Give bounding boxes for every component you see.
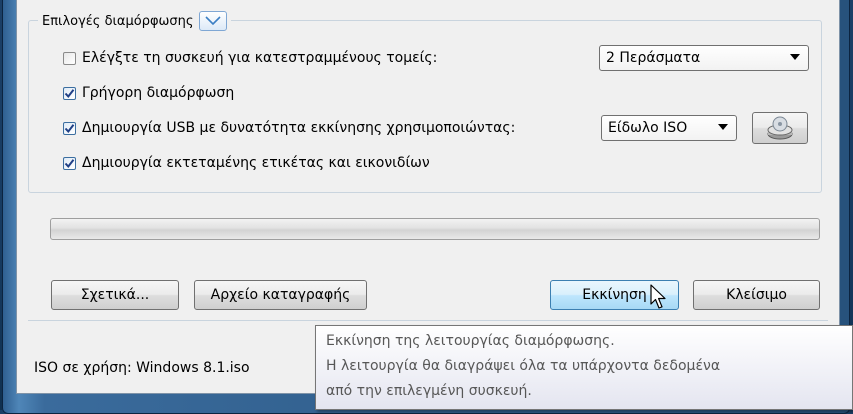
close-button-label: Κλείσιμο <box>726 287 787 303</box>
mouse-pointer-icon <box>650 284 666 309</box>
log-button-label: Αρχείο καταγραφής <box>210 287 351 303</box>
start-button-tooltip: Εκκίνηση της λειτουργίας διαμόρφωσης. Η … <box>315 325 853 410</box>
format-options-title: Επιλογές διαμόρφωσης <box>42 13 194 29</box>
tooltip-line-2: Η λειτουργία θα διαγράψει όλα τα υπάρχον… <box>326 358 721 374</box>
checkmark-icon <box>64 123 75 133</box>
format-options-header: Επιλογές διαμόρφωσης <box>38 11 231 31</box>
about-button[interactable]: Σχετικά... <box>51 280 179 310</box>
log-button[interactable]: Αρχείο καταγραφής <box>194 280 367 310</box>
progress-bar <box>50 218 820 240</box>
passes-select-value: 2 Περάσματα <box>606 50 701 66</box>
check-bad-sectors-option[interactable]: Ελέγξτε τη συσκευή για κατεστραμμένους τ… <box>63 50 437 66</box>
select-iso-button[interactable] <box>752 112 808 144</box>
chevron-down-icon <box>204 16 221 26</box>
dropdown-arrow-icon <box>718 124 728 130</box>
extended-label-checkbox[interactable] <box>63 156 76 170</box>
quick-format-label: Γρήγορη διαμόρφωση <box>82 85 235 101</box>
passes-select[interactable]: 2 Περάσματα <box>599 45 809 71</box>
extended-label-label: Δημιουργία εκτεταμένης ετικέτας και εικο… <box>82 155 430 171</box>
tooltip-line-3: από την επιλεγμένη συσκευή. <box>326 383 532 399</box>
close-button[interactable]: Κλείσιμο <box>693 280 820 310</box>
format-options-toggle[interactable] <box>198 11 227 31</box>
dropdown-arrow-icon <box>790 54 800 60</box>
extended-label-option[interactable]: Δημιουργία εκτεταμένης ετικέτας και εικο… <box>63 155 430 171</box>
tooltip-line-1: Εκκίνηση της λειτουργίας διαμόρφωσης. <box>326 333 615 349</box>
boot-type-select-value: Είδωλο ISO <box>608 120 688 136</box>
disc-drive-icon <box>767 116 793 140</box>
checkmark-icon <box>64 158 75 168</box>
bootable-usb-option[interactable]: Δημιουργία USB με δυνατότητα εκκίνησης χ… <box>63 120 515 136</box>
check-bad-sectors-label: Ελέγξτε τη συσκευή για κατεστραμμένους τ… <box>82 50 438 66</box>
bootable-usb-label: Δημιουργία USB με δυνατότητα εκκίνησης χ… <box>82 120 516 136</box>
bootable-usb-checkbox[interactable] <box>63 121 76 135</box>
about-button-label: Σχετικά... <box>80 287 150 303</box>
quick-format-checkbox[interactable] <box>63 86 76 100</box>
boot-type-select[interactable]: Είδωλο ISO <box>601 115 737 141</box>
quick-format-option[interactable]: Γρήγορη διαμόρφωση <box>63 85 234 101</box>
checkmark-icon <box>64 88 75 98</box>
start-button-label: Εκκίνηση <box>582 287 647 303</box>
check-bad-sectors-checkbox[interactable] <box>63 51 76 65</box>
status-text: ISO σε χρήση: Windows 8.1.iso <box>34 360 250 376</box>
